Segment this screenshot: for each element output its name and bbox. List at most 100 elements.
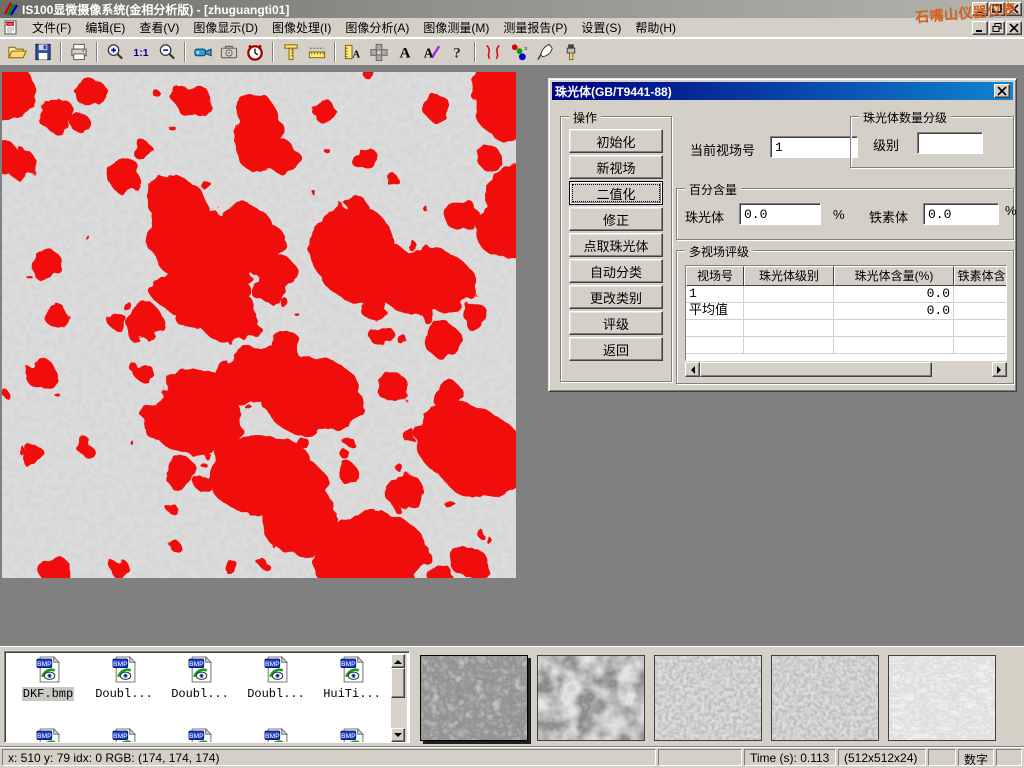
scroll-right-button[interactable] <box>992 362 1007 377</box>
toolbar-separator <box>474 42 476 62</box>
menu-item[interactable]: 图像分析(A) <box>338 17 416 38</box>
mdi-close-button[interactable] <box>1006 21 1022 35</box>
document-icon[interactable]: DOC <box>3 20 21 36</box>
image-thumbnail[interactable] <box>771 655 879 741</box>
capture-icon[interactable] <box>216 40 242 64</box>
file-list-scrollbar[interactable] <box>391 654 407 742</box>
table-horizontal-scrollbar[interactable] <box>685 362 1007 377</box>
file-browser-panel: BMPDKF.bmpBMPDoubl...BMPDoubl...BMPDoubl… <box>4 651 410 743</box>
text-icon[interactable]: A <box>392 40 418 64</box>
measure-icon[interactable]: A <box>340 40 366 64</box>
scroll-up-button[interactable] <box>391 654 405 668</box>
current-field-input[interactable] <box>770 136 858 158</box>
scroll-left-button[interactable] <box>685 362 700 377</box>
film-strip: BMPDKF.bmpBMPDoubl...BMPDoubl...BMPDoubl… <box>0 646 1024 746</box>
image-thumbnail[interactable] <box>420 655 528 741</box>
scroll-down-button[interactable] <box>391 728 405 742</box>
video-camera-icon[interactable] <box>190 40 216 64</box>
operation-button[interactable]: 自动分类 <box>569 259 663 283</box>
mdi-minimize-button[interactable] <box>972 21 988 35</box>
menu-item[interactable]: 帮助(H) <box>628 17 683 38</box>
mdi-restore-button[interactable] <box>989 21 1005 35</box>
toolbar-separator <box>184 42 186 62</box>
help-icon[interactable]: ? <box>444 40 470 64</box>
toolbar: 1:1AAA?3 <box>0 38 1024 66</box>
operation-button[interactable]: 点取珠光体 <box>569 233 663 257</box>
table-row[interactable]: 10.0 <box>686 286 1006 303</box>
file-name: HuiTi... <box>322 687 382 701</box>
pearlite-percent-input[interactable] <box>739 203 821 225</box>
brush-icon[interactable] <box>558 40 584 64</box>
print-icon[interactable] <box>66 40 92 64</box>
file-name: Doubl... <box>170 687 230 701</box>
table-row[interactable]: 平均值0.0 <box>686 303 1006 320</box>
status-time: Time (s): 0.113 <box>744 749 836 766</box>
grade-input[interactable] <box>917 132 983 154</box>
table-cell <box>744 286 834 303</box>
file-item[interactable]: BMPDKF.bmp <box>11 656 85 701</box>
operation-button[interactable]: 修正 <box>569 207 663 231</box>
image-thumbnail[interactable] <box>888 655 996 741</box>
file-item[interactable]: BMP <box>239 728 313 742</box>
dialog-close-button[interactable] <box>994 84 1010 98</box>
open-icon[interactable] <box>4 40 30 64</box>
toolbar-separator <box>60 42 62 62</box>
menu-item[interactable]: 查看(V) <box>132 17 186 38</box>
metallographic-image[interactable] <box>2 72 516 578</box>
bmp-file-icon: BMP <box>239 656 313 686</box>
ferrite-percent-input[interactable] <box>923 203 999 225</box>
file-item[interactable]: BMPDoubl... <box>239 656 313 701</box>
svg-text:BMP: BMP <box>113 733 128 740</box>
menu-item[interactable]: 编辑(E) <box>78 17 132 38</box>
operation-button[interactable]: 评级 <box>569 311 663 335</box>
save-icon[interactable] <box>30 40 56 64</box>
file-item[interactable]: BMPHuiTi... <box>315 656 389 701</box>
menu-item[interactable]: 图像显示(D) <box>186 17 265 38</box>
pen-icon[interactable] <box>532 40 558 64</box>
operation-button[interactable]: 返回 <box>569 337 663 361</box>
file-item[interactable]: BMP <box>11 728 85 742</box>
toolbar-separator <box>334 42 336 62</box>
percent-group: 百分含量 珠光体 % 铁素体 % <box>676 188 1014 240</box>
caliper-icon[interactable] <box>278 40 304 64</box>
annotate-icon[interactable]: A <box>418 40 444 64</box>
file-item[interactable]: BMP <box>163 728 237 742</box>
file-item[interactable]: BMP <box>87 728 161 742</box>
application-window: { "window": { "title": "IS100显微摄像系统(金相分析… <box>0 0 1024 768</box>
file-item[interactable]: BMPDoubl... <box>163 656 237 701</box>
rating-table[interactable]: 视场号珠光体级别珠光体含量(%)铁素体含量(%)10.0平均值0.0 <box>685 265 1007 361</box>
operations-group: 操作 初始化新视场二值化修正点取珠光体自动分类更改类别评级返回 <box>560 116 672 382</box>
zoom-in-icon[interactable] <box>102 40 128 64</box>
file-item[interactable]: BMPDoubl... <box>87 656 161 701</box>
particles-icon[interactable]: 3 <box>506 40 532 64</box>
operation-button[interactable]: 二值化 <box>569 181 663 205</box>
menu-item[interactable]: 设置(S) <box>574 17 628 38</box>
operation-button[interactable]: 新视场 <box>569 155 663 179</box>
multi-field-group: 多视场评级 视场号珠光体级别珠光体含量(%)铁素体含量(%)10.0平均值0.0 <box>676 250 1014 384</box>
ruler-icon[interactable] <box>304 40 330 64</box>
timer-icon[interactable] <box>242 40 268 64</box>
dialog-title-bar[interactable]: 珠光体(GB/T9441-88) <box>552 82 1013 100</box>
menu-item[interactable]: 图像测量(M) <box>416 17 496 38</box>
file-scrollbar-thumb[interactable] <box>391 668 405 698</box>
status-mode: 数字 <box>958 749 994 766</box>
table-row[interactable] <box>686 337 1006 354</box>
menu-item[interactable]: 测量报告(P) <box>496 17 574 38</box>
scrollbar-thumb[interactable] <box>700 362 932 377</box>
curve-icon[interactable] <box>480 40 506 64</box>
zoom-out-icon[interactable] <box>154 40 180 64</box>
table-cell: 平均值 <box>686 303 744 320</box>
image-thumbnail[interactable] <box>537 655 645 741</box>
grade-group-label: 珠光体数量分级 <box>859 109 951 126</box>
menu-item[interactable]: 文件(F) <box>25 17 78 38</box>
grid-icon[interactable] <box>366 40 392 64</box>
dialog-title: 珠光体(GB/T9441-88) <box>555 83 993 100</box>
file-item[interactable]: BMP <box>315 728 389 742</box>
table-cell: 1 <box>686 286 744 303</box>
image-thumbnail[interactable] <box>654 655 762 741</box>
table-row[interactable] <box>686 320 1006 337</box>
operation-button[interactable]: 更改类别 <box>569 285 663 309</box>
actual-size-icon[interactable]: 1:1 <box>128 40 154 64</box>
operation-button[interactable]: 初始化 <box>569 129 663 153</box>
menu-item[interactable]: 图像处理(I) <box>265 17 338 38</box>
